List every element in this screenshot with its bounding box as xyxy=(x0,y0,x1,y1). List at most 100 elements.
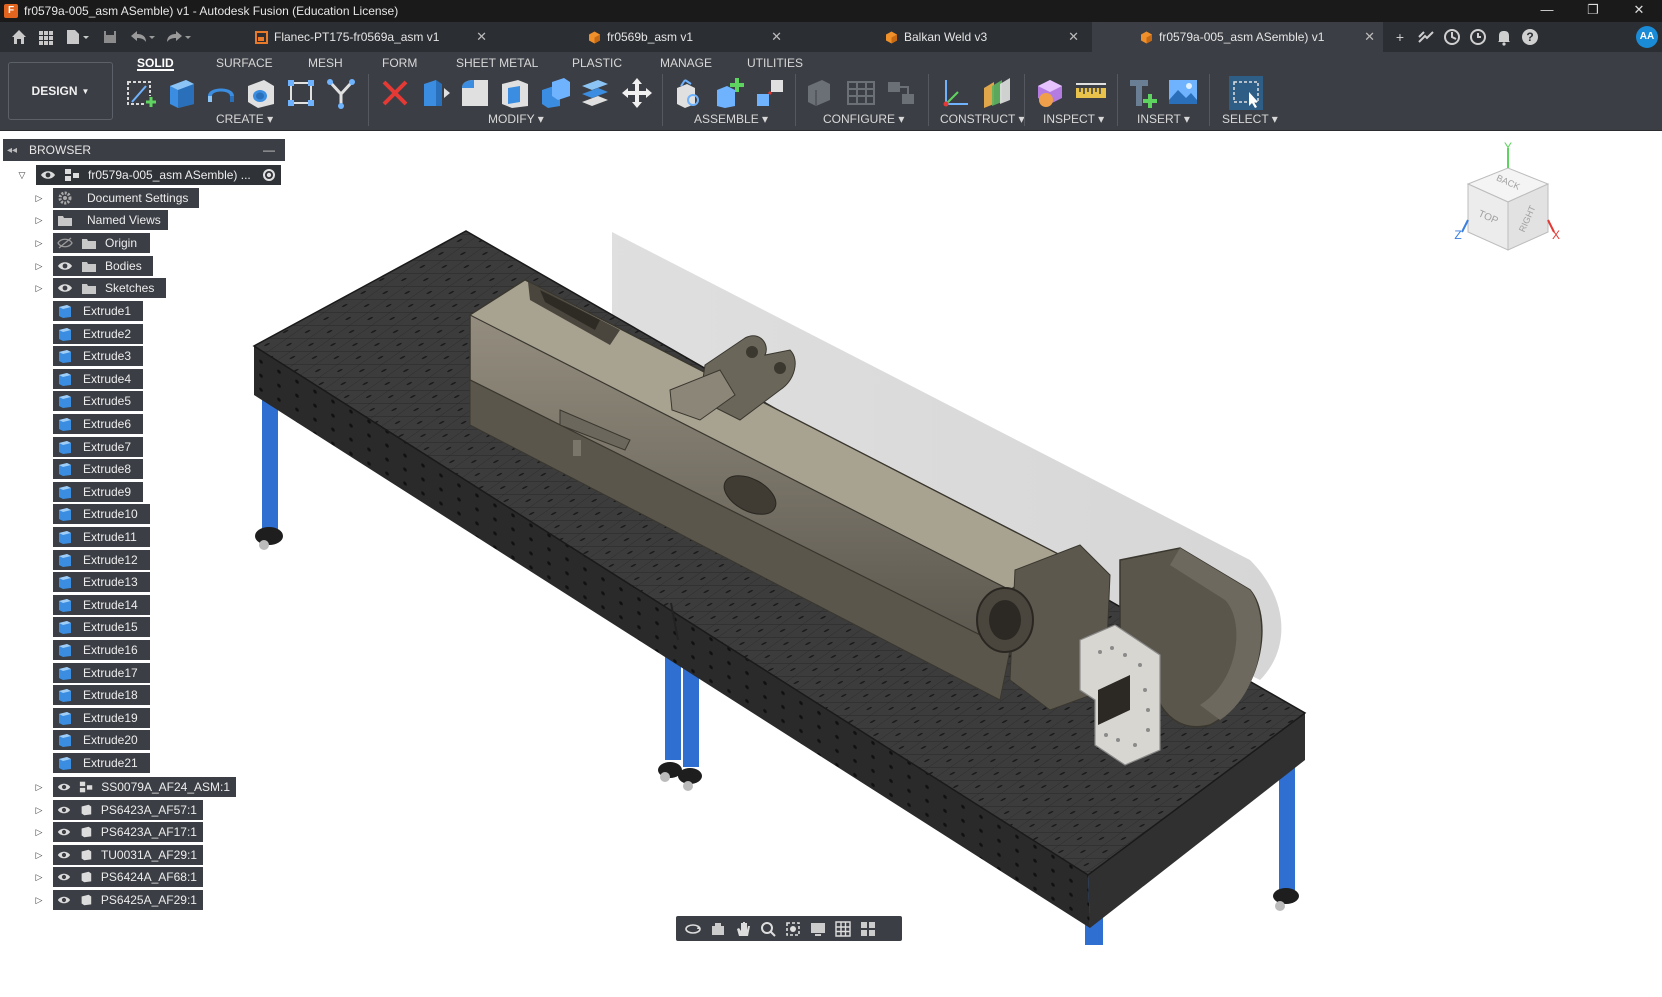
chevron-right-icon[interactable]: ▷ xyxy=(34,867,44,887)
chevron-right-icon[interactable]: ▷ xyxy=(34,210,44,230)
visibility-eye-icon[interactable] xyxy=(57,804,71,816)
extrude-icon[interactable] xyxy=(164,76,198,110)
interference-icon[interactable] xyxy=(1034,76,1068,110)
tab-sheet-metal[interactable]: SHEET METAL xyxy=(456,55,538,71)
chevron-right-icon[interactable]: ▷ xyxy=(34,233,44,253)
visibility-hidden-icon[interactable] xyxy=(57,237,73,249)
visibility-eye-icon[interactable] xyxy=(57,781,71,793)
close-tab-icon[interactable]: ✕ xyxy=(1068,22,1079,52)
create-menu[interactable]: CREATE ▾ xyxy=(216,112,273,126)
save-icon[interactable] xyxy=(101,27,119,47)
create-form-icon[interactable] xyxy=(324,76,358,110)
minimize-button[interactable]: — xyxy=(1524,0,1570,22)
tab-utilities[interactable]: UTILITIES xyxy=(747,55,803,71)
visibility-eye-icon[interactable] xyxy=(57,849,71,861)
configure-menu[interactable]: CONFIGURE ▾ xyxy=(823,112,904,126)
tab-solid[interactable]: SOLID xyxy=(137,55,174,71)
user-avatar[interactable]: AA xyxy=(1636,26,1658,48)
move-copy-icon[interactable] xyxy=(620,76,654,110)
notifications-bell-icon[interactable] xyxy=(1493,26,1515,48)
browser-header[interactable]: ◂◂ BROWSER — xyxy=(3,139,285,161)
fit-icon[interactable] xyxy=(780,916,805,941)
redo-icon[interactable] xyxy=(163,27,193,47)
viewports-icon[interactable] xyxy=(855,916,880,941)
tab-fr0579a-active[interactable]: fr0579a-005_asm ASemble) v1 ✕ xyxy=(1092,22,1383,52)
new-tab-plus-icon[interactable]: + xyxy=(1389,26,1411,48)
tab-manage[interactable]: MANAGE xyxy=(660,55,712,71)
chevron-right-icon[interactable]: ▷ xyxy=(34,278,44,298)
configuration-rule-icon[interactable] xyxy=(884,76,918,110)
fillet-icon[interactable] xyxy=(458,76,492,110)
extensions-icon[interactable] xyxy=(1415,26,1437,48)
close-window-button[interactable]: ✕ xyxy=(1616,0,1662,22)
construct-axis-icon[interactable] xyxy=(938,76,972,110)
select-menu[interactable]: SELECT ▾ xyxy=(1222,112,1278,126)
combine-icon[interactable] xyxy=(538,76,572,110)
file-menu-icon[interactable] xyxy=(64,27,92,47)
viewcube[interactable]: BACK TOP RIGHT Y X Z xyxy=(1450,140,1562,255)
chevron-down-icon[interactable]: ▽ xyxy=(17,165,27,185)
tab-form[interactable]: FORM xyxy=(382,55,417,71)
data-panel-grid-icon[interactable] xyxy=(37,27,55,47)
display-settings-icon[interactable] xyxy=(805,916,830,941)
zoom-icon[interactable] xyxy=(755,916,780,941)
undo-icon[interactable] xyxy=(127,27,157,47)
close-tab-icon[interactable]: ✕ xyxy=(771,22,782,52)
job-status-icon[interactable] xyxy=(1441,26,1463,48)
pattern-icon[interactable] xyxy=(284,76,318,110)
joint-icon[interactable] xyxy=(713,76,747,110)
insert-canvas-icon[interactable] xyxy=(1166,76,1200,110)
visibility-eye-icon[interactable] xyxy=(40,169,56,181)
3d-viewport[interactable] xyxy=(0,131,1662,997)
orbit-icon[interactable] xyxy=(680,916,705,941)
collapse-panel-icon[interactable]: ◂◂ xyxy=(3,145,21,156)
configuration-table-icon[interactable] xyxy=(844,76,878,110)
construct-menu[interactable]: CONSTRUCT ▾ xyxy=(940,112,1024,126)
configure-design-icon[interactable] xyxy=(804,76,838,110)
shell-icon[interactable] xyxy=(498,76,532,110)
close-tab-icon[interactable]: ✕ xyxy=(1364,22,1375,52)
chevron-right-icon[interactable]: ▷ xyxy=(34,256,44,276)
visibility-eye-icon[interactable] xyxy=(57,282,73,294)
tab-mesh[interactable]: MESH xyxy=(308,55,343,71)
revolve-icon[interactable] xyxy=(204,76,238,110)
offset-plane-icon[interactable] xyxy=(980,76,1014,110)
restore-button[interactable]: ❐ xyxy=(1570,0,1616,22)
help-icon[interactable]: ? xyxy=(1519,26,1541,48)
grid-settings-icon[interactable] xyxy=(830,916,855,941)
measure-icon[interactable] xyxy=(1074,76,1108,110)
tab-flanec[interactable]: Flanec-PT175-fr0569a_asm v1 ✕ xyxy=(250,22,495,52)
visibility-eye-icon[interactable] xyxy=(57,826,71,838)
tab-fr0569b[interactable]: fr0569b_asm v1 ✕ xyxy=(583,22,790,52)
tab-balkan-weld[interactable]: Balkan Weld v3 ✕ xyxy=(880,22,1087,52)
chevron-right-icon[interactable]: ▷ xyxy=(34,800,44,820)
inspect-menu[interactable]: INSPECT ▾ xyxy=(1043,112,1104,126)
activate-radio-icon[interactable] xyxy=(263,169,275,181)
visibility-eye-icon[interactable] xyxy=(57,260,73,272)
new-component-icon[interactable] xyxy=(673,76,707,110)
window-select-icon[interactable] xyxy=(1229,76,1263,110)
modify-menu[interactable]: MODIFY ▾ xyxy=(488,112,544,126)
chevron-right-icon[interactable]: ▷ xyxy=(34,845,44,865)
clock-icon[interactable] xyxy=(1467,26,1489,48)
tab-plastic[interactable]: PLASTIC xyxy=(572,55,622,71)
chevron-right-icon[interactable]: ▷ xyxy=(34,890,44,910)
visibility-eye-icon[interactable] xyxy=(57,871,71,883)
insert-menu[interactable]: INSERT ▾ xyxy=(1137,112,1190,126)
create-sketch-icon[interactable] xyxy=(124,76,158,110)
home-icon[interactable] xyxy=(10,27,28,47)
look-at-icon[interactable] xyxy=(705,916,730,941)
assemble-menu[interactable]: ASSEMBLE ▾ xyxy=(694,112,768,126)
chevron-right-icon[interactable]: ▷ xyxy=(34,188,44,208)
tab-surface[interactable]: SURFACE xyxy=(216,55,273,71)
chevron-right-icon[interactable]: ▷ xyxy=(34,822,44,842)
minimize-panel-icon[interactable]: — xyxy=(263,143,275,157)
insert-derive-icon[interactable] xyxy=(1126,76,1160,110)
visibility-eye-icon[interactable] xyxy=(57,894,71,906)
as-built-joint-icon[interactable] xyxy=(753,76,787,110)
split-body-icon[interactable] xyxy=(578,76,612,110)
workspace-switcher-button[interactable]: DESIGN ▼ xyxy=(8,62,113,120)
chevron-right-icon[interactable]: ▷ xyxy=(34,777,44,797)
close-tab-icon[interactable]: ✕ xyxy=(476,22,487,52)
delete-icon[interactable] xyxy=(378,76,412,110)
